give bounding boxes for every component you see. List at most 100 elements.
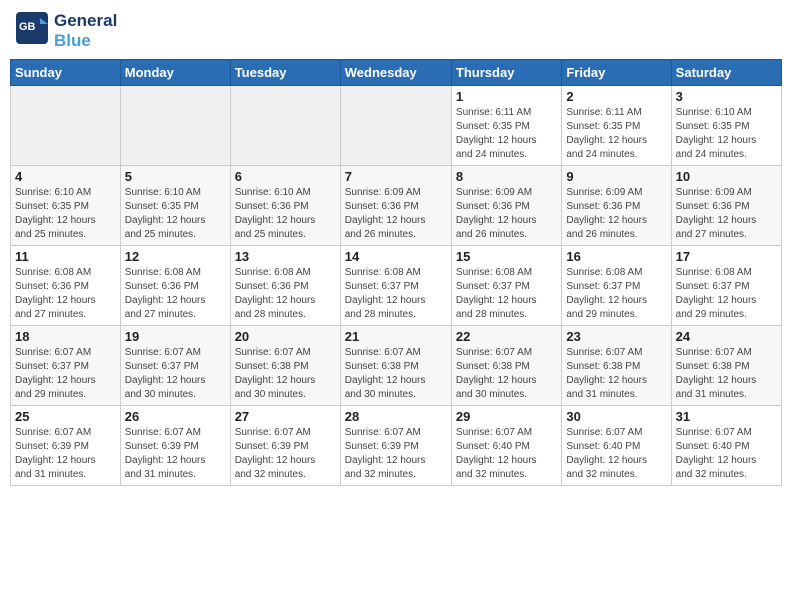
day-info: Sunrise: 6:08 AM Sunset: 6:36 PM Dayligh…	[235, 266, 336, 322]
calendar-cell	[11, 86, 121, 166]
calendar-cell: 15 Sunrise: 6:08 AM Sunset: 6:37 PM Dayli…	[451, 246, 561, 326]
day-info: Sunrise: 6:07 AM Sunset: 6:39 PM Dayligh…	[125, 426, 226, 482]
day-info: Sunrise: 6:08 AM Sunset: 6:37 PM Dayligh…	[345, 266, 447, 322]
weekday-header-row: SundayMondayTuesdayWednesdayThursdayFrid…	[11, 60, 782, 86]
day-info: Sunrise: 6:09 AM Sunset: 6:36 PM Dayligh…	[345, 186, 447, 242]
weekday-header-sunday: Sunday	[11, 60, 121, 86]
logo-icon: GB	[14, 10, 50, 46]
day-info: Sunrise: 6:07 AM Sunset: 6:39 PM Dayligh…	[235, 426, 336, 482]
calendar-cell: 6 Sunrise: 6:10 AM Sunset: 6:36 PM Daylig…	[230, 166, 340, 246]
day-info: Sunrise: 6:07 AM Sunset: 6:38 PM Dayligh…	[235, 346, 336, 402]
calendar-cell: 22 Sunrise: 6:07 AM Sunset: 6:38 PM Dayli…	[451, 326, 561, 406]
day-number: 7	[345, 169, 447, 184]
calendar-cell: 5Sunrise: 6:10 AM Sunset: 6:35 PM Daylig…	[120, 166, 230, 246]
day-number: 30	[566, 409, 666, 424]
calendar-week-row: 4 Sunrise: 6:10 AM Sunset: 6:35 PM Daylig…	[11, 166, 782, 246]
day-info: Sunrise: 6:08 AM Sunset: 6:36 PM Dayligh…	[15, 266, 116, 322]
calendar-week-row: 25 Sunrise: 6:07 AM Sunset: 6:39 PM Dayli…	[11, 406, 782, 486]
day-info: Sunrise: 6:08 AM Sunset: 6:36 PM Dayligh…	[125, 266, 226, 322]
weekday-header-wednesday: Wednesday	[340, 60, 451, 86]
day-number: 11	[15, 249, 116, 264]
calendar-cell: 10Sunrise: 6:09 AM Sunset: 6:36 PM Dayli…	[671, 166, 781, 246]
day-number: 17	[676, 249, 777, 264]
weekday-header-thursday: Thursday	[451, 60, 561, 86]
day-number: 23	[566, 329, 666, 344]
logo-line1: General	[54, 11, 117, 31]
calendar-cell: 17 Sunrise: 6:08 AM Sunset: 6:37 PM Dayli…	[671, 246, 781, 326]
day-info: Sunrise: 6:08 AM Sunset: 6:37 PM Dayligh…	[676, 266, 777, 322]
calendar-cell: 25 Sunrise: 6:07 AM Sunset: 6:39 PM Dayli…	[11, 406, 121, 486]
calendar-cell: 30 Sunrise: 6:07 AM Sunset: 6:40 PM Dayli…	[562, 406, 671, 486]
calendar-cell: 7 Sunrise: 6:09 AM Sunset: 6:36 PM Daylig…	[340, 166, 451, 246]
day-info: Sunrise: 6:10 AM Sunset: 6:36 PM Dayligh…	[235, 186, 336, 242]
calendar-cell: 12Sunrise: 6:08 AM Sunset: 6:36 PM Dayli…	[120, 246, 230, 326]
calendar-cell: 18 Sunrise: 6:07 AM Sunset: 6:37 PM Dayli…	[11, 326, 121, 406]
day-info: Sunrise: 6:09 AM Sunset: 6:36 PM Dayligh…	[566, 186, 666, 242]
day-info: Sunrise: 6:07 AM Sunset: 6:38 PM Dayligh…	[456, 346, 557, 402]
day-number: 26	[125, 409, 226, 424]
calendar-cell	[340, 86, 451, 166]
day-number: 5	[125, 169, 226, 184]
calendar-cell: 19Sunrise: 6:07 AM Sunset: 6:37 PM Dayli…	[120, 326, 230, 406]
day-number: 6	[235, 169, 336, 184]
day-number: 8	[456, 169, 557, 184]
weekday-header-friday: Friday	[562, 60, 671, 86]
day-number: 25	[15, 409, 116, 424]
day-number: 22	[456, 329, 557, 344]
day-info: Sunrise: 6:10 AM Sunset: 6:35 PM Dayligh…	[15, 186, 116, 242]
calendar-cell: 11 Sunrise: 6:08 AM Sunset: 6:36 PM Dayli…	[11, 246, 121, 326]
day-number: 19	[125, 329, 226, 344]
day-info: Sunrise: 6:07 AM Sunset: 6:40 PM Dayligh…	[676, 426, 777, 482]
day-number: 1	[456, 89, 557, 104]
day-info: Sunrise: 6:07 AM Sunset: 6:40 PM Dayligh…	[456, 426, 557, 482]
day-info: Sunrise: 6:08 AM Sunset: 6:37 PM Dayligh…	[456, 266, 557, 322]
day-number: 10	[676, 169, 777, 184]
calendar-cell: 27Sunrise: 6:07 AM Sunset: 6:39 PM Dayli…	[230, 406, 340, 486]
day-number: 16	[566, 249, 666, 264]
calendar-cell: 29Sunrise: 6:07 AM Sunset: 6:40 PM Dayli…	[451, 406, 561, 486]
day-info: Sunrise: 6:07 AM Sunset: 6:38 PM Dayligh…	[676, 346, 777, 402]
calendar-cell: 31 Sunrise: 6:07 AM Sunset: 6:40 PM Dayli…	[671, 406, 781, 486]
calendar-cell: 1 Sunrise: 6:11 AM Sunset: 6:35 PM Daylig…	[451, 86, 561, 166]
day-number: 24	[676, 329, 777, 344]
page-header: GB General Blue	[10, 10, 782, 51]
day-number: 18	[15, 329, 116, 344]
day-number: 20	[235, 329, 336, 344]
day-number: 31	[676, 409, 777, 424]
calendar-cell: 23 Sunrise: 6:07 AM Sunset: 6:38 PM Dayli…	[562, 326, 671, 406]
day-info: Sunrise: 6:10 AM Sunset: 6:35 PM Dayligh…	[676, 106, 777, 162]
day-info: Sunrise: 6:11 AM Sunset: 6:35 PM Dayligh…	[566, 106, 666, 162]
calendar-cell: 14 Sunrise: 6:08 AM Sunset: 6:37 PM Dayli…	[340, 246, 451, 326]
day-number: 9	[566, 169, 666, 184]
day-info: Sunrise: 6:07 AM Sunset: 6:38 PM Dayligh…	[566, 346, 666, 402]
calendar-cell: 20 Sunrise: 6:07 AM Sunset: 6:38 PM Dayli…	[230, 326, 340, 406]
calendar-cell: 8 Sunrise: 6:09 AM Sunset: 6:36 PM Daylig…	[451, 166, 561, 246]
calendar-cell: 13 Sunrise: 6:08 AM Sunset: 6:36 PM Dayli…	[230, 246, 340, 326]
svg-text:GB: GB	[19, 21, 36, 33]
day-info: Sunrise: 6:07 AM Sunset: 6:37 PM Dayligh…	[15, 346, 116, 402]
calendar-cell	[120, 86, 230, 166]
day-info: Sunrise: 6:07 AM Sunset: 6:39 PM Dayligh…	[345, 426, 447, 482]
day-info: Sunrise: 6:09 AM Sunset: 6:36 PM Dayligh…	[456, 186, 557, 242]
day-number: 14	[345, 249, 447, 264]
calendar-cell: 9 Sunrise: 6:09 AM Sunset: 6:36 PM Daylig…	[562, 166, 671, 246]
day-info: Sunrise: 6:07 AM Sunset: 6:39 PM Dayligh…	[15, 426, 116, 482]
day-number: 4	[15, 169, 116, 184]
day-info: Sunrise: 6:08 AM Sunset: 6:37 PM Dayligh…	[566, 266, 666, 322]
calendar-table: SundayMondayTuesdayWednesdayThursdayFrid…	[10, 59, 782, 486]
day-info: Sunrise: 6:07 AM Sunset: 6:40 PM Dayligh…	[566, 426, 666, 482]
day-number: 13	[235, 249, 336, 264]
calendar-week-row: 11 Sunrise: 6:08 AM Sunset: 6:36 PM Dayli…	[11, 246, 782, 326]
day-number: 2	[566, 89, 666, 104]
day-number: 15	[456, 249, 557, 264]
day-number: 21	[345, 329, 447, 344]
day-info: Sunrise: 6:11 AM Sunset: 6:35 PM Dayligh…	[456, 106, 557, 162]
calendar-cell: 24 Sunrise: 6:07 AM Sunset: 6:38 PM Dayli…	[671, 326, 781, 406]
calendar-cell: 16 Sunrise: 6:08 AM Sunset: 6:37 PM Dayli…	[562, 246, 671, 326]
weekday-header-tuesday: Tuesday	[230, 60, 340, 86]
calendar-cell: 4 Sunrise: 6:10 AM Sunset: 6:35 PM Daylig…	[11, 166, 121, 246]
calendar-cell: 2 Sunrise: 6:11 AM Sunset: 6:35 PM Daylig…	[562, 86, 671, 166]
calendar-cell: 28Sunrise: 6:07 AM Sunset: 6:39 PM Dayli…	[340, 406, 451, 486]
calendar-cell: 26 Sunrise: 6:07 AM Sunset: 6:39 PM Dayli…	[120, 406, 230, 486]
calendar-week-row: 18 Sunrise: 6:07 AM Sunset: 6:37 PM Dayli…	[11, 326, 782, 406]
